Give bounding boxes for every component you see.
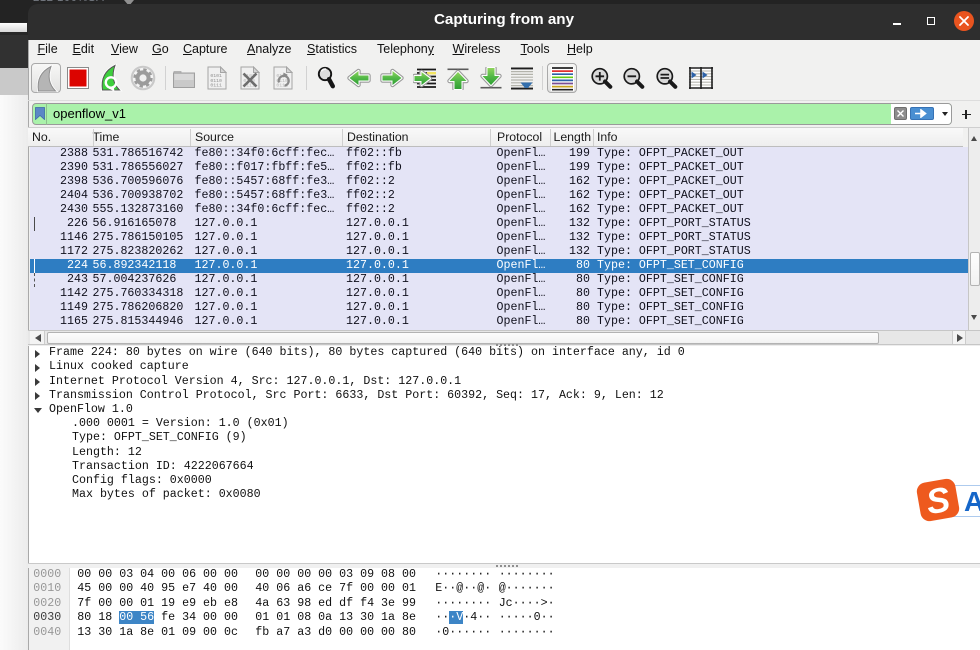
svg-text:0111: 0111 [210, 83, 222, 89]
